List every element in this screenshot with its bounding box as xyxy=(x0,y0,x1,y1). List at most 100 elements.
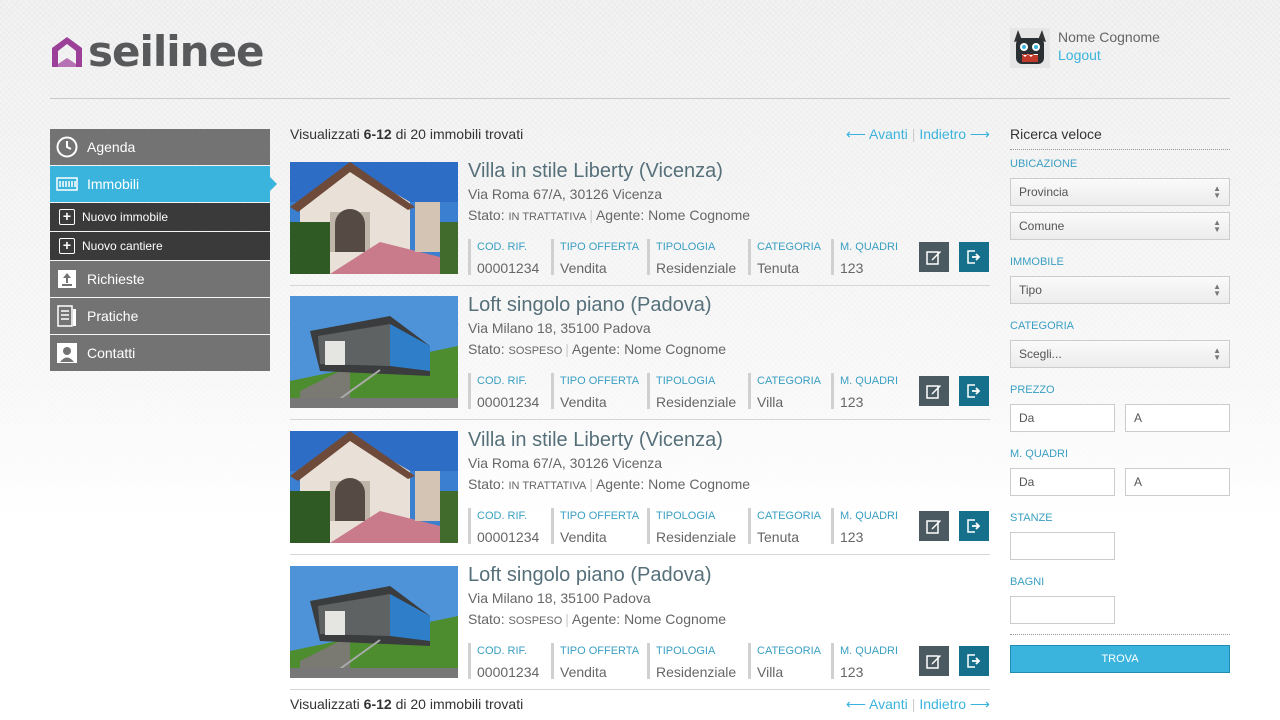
house-logo-icon xyxy=(52,37,82,67)
prezzo-label: PREZZO xyxy=(1010,384,1055,396)
type-value: Residenziale xyxy=(656,529,737,545)
sidebar-item-pratiche[interactable]: Pratiche xyxy=(50,298,270,334)
ref-value: 00001234 xyxy=(477,260,540,276)
user-box: Nome Cognome Logout xyxy=(1010,28,1160,68)
listing-fields: COD. RIF. 00001234 TIPO OFFERTA Vendita TI… xyxy=(468,643,901,680)
mquadri-a-input[interactable]: A xyxy=(1125,468,1230,496)
field-label: TIPOLOGIA xyxy=(656,645,716,657)
plus-icon: + xyxy=(59,209,75,225)
pager-next-link[interactable]: ⟵ Avanti xyxy=(846,696,908,712)
listing-state: Stato: SOSPESO | Agente: Nome Cognome xyxy=(468,611,727,627)
sidebar-item-agenda[interactable]: Agenda xyxy=(50,129,270,165)
upload-box-icon xyxy=(56,268,78,290)
edit-button[interactable] xyxy=(919,376,949,406)
monster-avatar-icon[interactable] xyxy=(1010,28,1050,68)
open-button[interactable] xyxy=(959,646,989,676)
tipo-value: Tipo xyxy=(1019,283,1042,297)
logo[interactable]: seilinee xyxy=(50,31,265,73)
ref-value: 00001234 xyxy=(477,664,540,680)
state-badge: SOSPESO xyxy=(508,615,563,627)
exit-arrow-icon xyxy=(967,250,981,264)
field-label: TIPOLOGIA xyxy=(656,510,716,522)
field-label: TIPO OFFERTA xyxy=(560,375,640,387)
listing-agent: Agente: Nome Cognome xyxy=(595,207,751,223)
state-prefix: Stato: xyxy=(468,611,505,627)
villa-photo[interactable] xyxy=(290,162,458,274)
prezzo-a-input[interactable]: A xyxy=(1125,404,1230,432)
edit-button[interactable] xyxy=(919,242,949,272)
open-button[interactable] xyxy=(959,376,989,406)
pager-prev-link[interactable]: Indietro ⟶ xyxy=(919,126,990,142)
listing-title[interactable]: Loft singolo piano (Padova) xyxy=(468,564,712,587)
listing-item: Loft singolo piano (Padova) Via Milano 1… xyxy=(290,564,990,690)
listing-title[interactable]: Villa in stile Liberty (Vicenza) xyxy=(468,429,723,452)
field-label: CATEGORIA xyxy=(757,241,821,253)
listing-address: Via Milano 18, 35100 Padova xyxy=(468,320,651,336)
field-label: M. QUADRI xyxy=(840,241,899,253)
sqm-value: 123 xyxy=(840,529,864,545)
updown-arrows-icon: ▲ ▼ xyxy=(1213,184,1221,200)
sidebar-item-richieste[interactable]: Richieste xyxy=(50,261,270,297)
provincia-select[interactable]: Provincia ▲ ▼ xyxy=(1010,178,1230,206)
sidebar-item-label: Nuovo cantiere xyxy=(82,239,163,253)
type-value: Residenziale xyxy=(656,260,737,276)
sidebar-item-nuovo-cantiere[interactable]: + Nuovo cantiere xyxy=(50,232,270,260)
categoria-select[interactable]: Scegli... ▲ ▼ xyxy=(1010,340,1230,368)
bagni-label: BAGNI xyxy=(1010,576,1045,588)
field-label: M. QUADRI xyxy=(840,375,899,387)
listing-fields: COD. RIF. 00001234 TIPO OFFERTA Vendita TI… xyxy=(468,373,901,410)
exit-arrow-icon xyxy=(967,519,981,533)
field-label: TIPO OFFERTA xyxy=(560,510,640,522)
type-value: Residenziale xyxy=(656,664,737,680)
header-divider xyxy=(50,98,1230,99)
tipo-select[interactable]: Tipo ▲ ▼ xyxy=(1010,276,1230,304)
listing-title[interactable]: Loft singolo piano (Padova) xyxy=(468,294,712,317)
comune-select[interactable]: Comune ▲ ▼ xyxy=(1010,212,1230,240)
categoria-value: Scegli... xyxy=(1019,347,1062,361)
stanze-input[interactable] xyxy=(1010,532,1115,560)
field-label: M. QUADRI xyxy=(840,645,899,657)
prezzo-da-input[interactable]: Da xyxy=(1010,404,1115,432)
plus-icon: + xyxy=(59,238,75,254)
field-label: COD. RIF. xyxy=(477,645,528,657)
sidebar-item-contatti[interactable]: Contatti xyxy=(50,335,270,371)
offer-value: Vendita xyxy=(560,664,607,680)
stanze-label: STANZE xyxy=(1010,512,1053,524)
listing-state: Stato: IN TRATTATIVA | Agente: Nome Cognom… xyxy=(468,207,751,223)
listing-agent: Agente: Nome Cognome xyxy=(571,611,727,627)
field-label: CATEGORIA xyxy=(757,510,821,522)
sidebar-item-label: Richieste xyxy=(87,271,145,287)
listing-fields: COD. RIF. 00001234 TIPO OFFERTA Vendita TI… xyxy=(468,239,901,276)
offer-value: Vendita xyxy=(560,394,607,410)
loft-photo[interactable] xyxy=(290,566,458,678)
logout-link[interactable]: Logout xyxy=(1058,46,1160,64)
quick-search-panel: Ricerca veloce UBICAZIONE Provincia ▲ ▼ C… xyxy=(1010,126,1230,673)
villa-photo[interactable] xyxy=(290,431,458,543)
sidebar-item-label: Contatti xyxy=(87,345,136,361)
loft-photo[interactable] xyxy=(290,296,458,408)
pager-prev-link[interactable]: Indietro ⟶ xyxy=(919,696,990,712)
state-prefix: Stato: xyxy=(468,207,505,223)
sqm-value: 123 xyxy=(840,260,864,276)
listing-item: Villa in stile Liberty (Vicenza) Via Rom… xyxy=(290,160,990,286)
listing-title[interactable]: Villa in stile Liberty (Vicenza) xyxy=(468,160,723,183)
mquadri-da-input[interactable]: Da xyxy=(1010,468,1115,496)
edit-button[interactable] xyxy=(919,646,949,676)
sidebar-item-nuovo-immobile[interactable]: + Nuovo immobile xyxy=(50,203,270,231)
edit-icon xyxy=(926,655,941,669)
open-button[interactable] xyxy=(959,242,989,272)
trova-button[interactable]: TROVA xyxy=(1010,645,1230,673)
person-icon xyxy=(56,342,78,364)
field-label: TIPOLOGIA xyxy=(656,375,716,387)
sidebar-item-label: Immobili xyxy=(87,176,140,192)
edit-button[interactable] xyxy=(919,511,949,541)
open-button[interactable] xyxy=(959,511,989,541)
state-badge: SOSPESO xyxy=(508,345,563,357)
categoria-label: CATEGORIA xyxy=(1010,320,1074,332)
pager-next-link[interactable]: ⟵ Avanti xyxy=(846,126,908,142)
sidebar-item-immobili[interactable]: Immobili xyxy=(50,166,277,202)
bagni-input[interactable] xyxy=(1010,596,1115,624)
search-title: Ricerca veloce xyxy=(1010,126,1230,150)
field-label: TIPO OFFERTA xyxy=(560,645,640,657)
state-badge: IN TRATTATIVA xyxy=(508,480,587,492)
